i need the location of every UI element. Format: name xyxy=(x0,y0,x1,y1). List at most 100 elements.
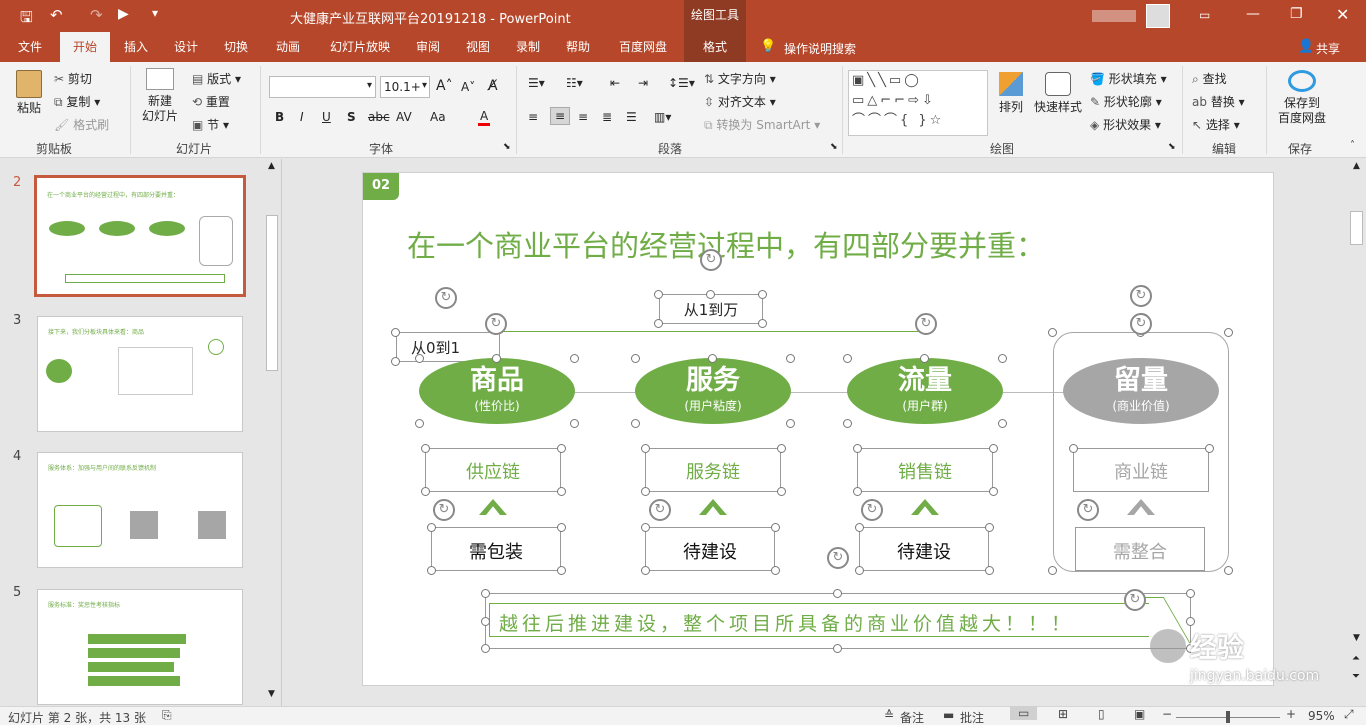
resize-handle[interactable] xyxy=(985,523,994,532)
zoom-slider-thumb[interactable] xyxy=(1226,711,1230,723)
rotate-handle-icon[interactable]: ↻ xyxy=(1077,499,1099,521)
shape-gallery[interactable]: ▣╲╲▭◯ ▭△⌐⌐⇨⇩ ⌒⌒⌒{ }☆ xyxy=(848,70,988,136)
accessibility-icon[interactable]: ⎘ xyxy=(162,708,172,723)
resize-handle[interactable] xyxy=(855,523,864,532)
shape-fill-button[interactable]: 🪣 形状填充 ▾ xyxy=(1090,70,1167,87)
tab-insert[interactable]: 插入 xyxy=(114,32,158,62)
layout-button[interactable]: ▤ 版式 ▾ xyxy=(192,70,241,87)
numbering-icon[interactable]: ☷▾ xyxy=(566,76,583,90)
paste-button[interactable]: 粘贴 xyxy=(10,70,48,116)
resize-handle[interactable] xyxy=(557,523,566,532)
dialog-launcher-icon[interactable]: ⬊ xyxy=(1168,142,1176,152)
bullets-icon[interactable]: ☰▾ xyxy=(528,76,545,90)
pillar-oval-retention[interactable]: 留量 (商业价值) xyxy=(1063,358,1219,424)
rotate-handle-icon[interactable]: ↻ xyxy=(915,313,937,335)
columns-icon[interactable]: ▥▾ xyxy=(654,110,671,124)
resize-handle[interactable] xyxy=(1186,617,1195,626)
tab-slideshow[interactable]: 幻灯片放映 xyxy=(318,32,402,62)
banner-text[interactable]: 越往后推进建设，整个项目所具备的商业价值越大！！！ xyxy=(499,609,1074,636)
tab-view[interactable]: 视图 xyxy=(456,32,500,62)
thumbnail-scrollbar[interactable]: ▲ ▼ xyxy=(264,159,280,706)
slide-2[interactable]: 02 在一个商业平台的经营过程中，有四部分要并重： 从1到万 从0到1 商品 (… xyxy=(362,172,1274,686)
find-button[interactable]: ⌕ 查找 xyxy=(1192,70,1227,87)
slideshow-view-icon[interactable]: ▣ xyxy=(1134,707,1145,721)
rotate-handle-icon[interactable]: ↻ xyxy=(1130,313,1152,335)
shadow-button[interactable]: S xyxy=(347,110,356,124)
resize-handle[interactable] xyxy=(557,566,566,575)
resize-handle[interactable] xyxy=(853,444,862,453)
resize-handle[interactable] xyxy=(631,354,640,363)
resize-handle[interactable] xyxy=(415,419,424,428)
tab-animations[interactable]: 动画 xyxy=(264,32,312,62)
shape-outline-button[interactable]: ✎ 形状轮廓 ▾ xyxy=(1090,93,1162,110)
pillar-oval-service[interactable]: 服务 (用户粘度) xyxy=(635,358,791,424)
minimize-icon[interactable]: — xyxy=(1246,6,1260,22)
replace-button[interactable]: ab 替换 ▾ xyxy=(1192,93,1245,110)
resize-handle[interactable] xyxy=(641,444,650,453)
ribbon-display-options-icon[interactable]: ▭ xyxy=(1199,8,1210,22)
notes-button[interactable]: 备注 xyxy=(900,709,924,725)
rotate-handle-icon[interactable]: ↻ xyxy=(1124,589,1146,611)
align-text-button[interactable]: ⇳ 对齐文本 ▾ xyxy=(704,93,776,110)
resize-handle[interactable] xyxy=(1224,328,1233,337)
slide-title[interactable]: 在一个商业平台的经营过程中，有四部分要并重： xyxy=(407,223,1045,265)
tab-baidu[interactable]: 百度网盘 xyxy=(606,32,680,62)
tab-review[interactable]: 审阅 xyxy=(406,32,450,62)
thumbnail-slide-4[interactable]: 服务体系：加强与用户间的联系反馈机制 xyxy=(37,452,243,568)
resize-handle[interactable] xyxy=(481,617,490,626)
rotate-handle-icon[interactable]: ↻ xyxy=(649,499,671,521)
align-left-icon[interactable]: ≡ xyxy=(528,110,538,124)
quick-styles-button[interactable]: 快速样式 xyxy=(1032,72,1084,115)
shrink-font-icon[interactable]: A˅ xyxy=(461,80,475,94)
start-from-beginning-icon[interactable]: ▶ xyxy=(118,6,129,22)
resize-handle[interactable] xyxy=(481,644,490,653)
chain-label[interactable]: 销售链 xyxy=(857,458,993,484)
rotate-handle-icon[interactable]: ↻ xyxy=(433,499,455,521)
rotate-handle-icon[interactable]: ↻ xyxy=(700,249,722,271)
resize-handle[interactable] xyxy=(415,354,424,363)
thumbnail-slide-5[interactable]: 服务标准：奖惩性考核指标 xyxy=(37,589,243,705)
save-to-baidu-button[interactable]: 保存到 百度网盘 xyxy=(1272,70,1332,126)
resize-handle[interactable] xyxy=(1205,444,1214,453)
rotate-handle-icon[interactable]: ↻ xyxy=(485,313,507,335)
char-spacing-button[interactable]: AV xyxy=(396,110,412,124)
resize-handle[interactable] xyxy=(654,290,663,299)
arrange-button[interactable]: 排列 xyxy=(994,72,1028,115)
pillar-oval-traffic[interactable]: 流量 (用户群) xyxy=(847,358,1003,424)
avatar[interactable] xyxy=(1146,4,1170,28)
status-label[interactable]: 待建设 xyxy=(859,538,989,564)
reading-view-icon[interactable]: ▯ xyxy=(1098,707,1105,721)
chain-label[interactable]: 服务链 xyxy=(645,458,781,484)
dialog-launcher-icon[interactable]: ⬊ xyxy=(830,142,838,152)
resize-handle[interactable] xyxy=(641,523,650,532)
scroll-up-icon[interactable]: ▲ xyxy=(268,161,275,171)
undo-icon[interactable]: ↶ xyxy=(50,6,63,24)
fit-to-window-icon[interactable]: ⤢ xyxy=(1344,707,1354,722)
customize-toolbar-icon[interactable]: ▾ xyxy=(152,6,158,20)
resize-handle[interactable] xyxy=(920,354,929,363)
shape-effects-button[interactable]: ◈ 形状效果 ▾ xyxy=(1090,116,1161,133)
resize-handle[interactable] xyxy=(758,290,767,299)
resize-handle[interactable] xyxy=(641,487,650,496)
resize-handle[interactable] xyxy=(758,319,767,328)
grow-font-icon[interactable]: A˄ xyxy=(436,78,453,94)
resize-handle[interactable] xyxy=(855,566,864,575)
reset-button[interactable]: ⟲ 重置 xyxy=(192,93,230,110)
restore-icon[interactable]: ❐ xyxy=(1290,6,1303,22)
resize-handle[interactable] xyxy=(641,566,650,575)
resize-handle[interactable] xyxy=(989,444,998,453)
italic-button[interactable]: I xyxy=(300,110,304,124)
font-size-box[interactable]: 10.1+ ▾ xyxy=(380,76,430,98)
tab-home[interactable]: 开始 xyxy=(60,32,110,62)
status-label[interactable]: 待建设 xyxy=(645,538,775,564)
scroll-down-icon[interactable]: ▼ xyxy=(268,689,275,699)
close-icon[interactable]: ✕ xyxy=(1336,5,1349,24)
resize-handle[interactable] xyxy=(654,319,663,328)
resize-handle[interactable] xyxy=(985,566,994,575)
resize-handle[interactable] xyxy=(998,354,1007,363)
resize-handle[interactable] xyxy=(557,487,566,496)
tab-design[interactable]: 设计 xyxy=(164,32,208,62)
tab-file[interactable]: 文件 xyxy=(6,32,54,62)
line-spacing-icon[interactable]: ↕☰▾ xyxy=(668,76,695,90)
resize-handle[interactable] xyxy=(492,354,501,363)
